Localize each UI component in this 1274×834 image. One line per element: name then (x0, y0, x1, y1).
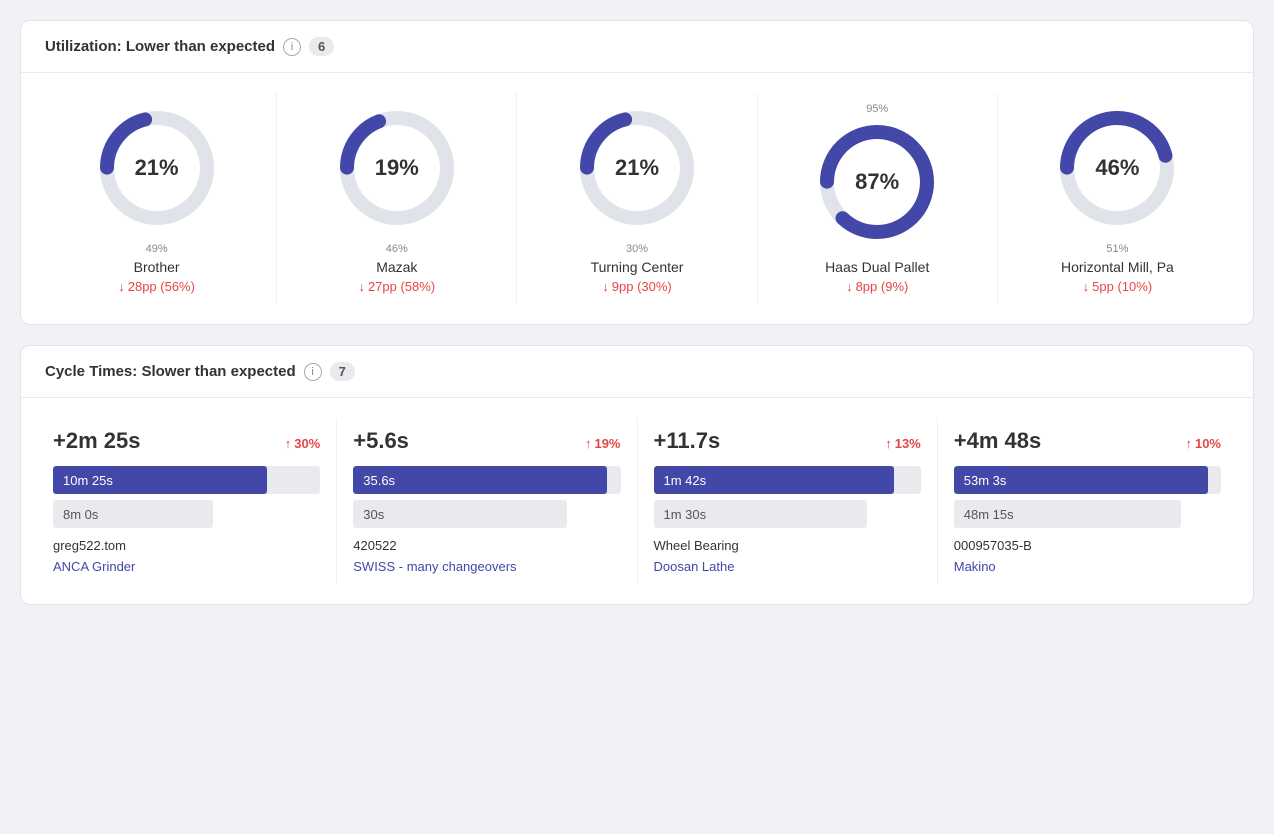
cycle-part: Wheel Bearing (654, 538, 921, 553)
actual-bar-row: 1m 42s (654, 466, 921, 494)
actual-bar: 35.6s (353, 466, 607, 494)
cycle-header: +11.7s ↑13% (654, 428, 921, 454)
machine-delta: ↓28pp (56%) (118, 279, 195, 294)
actual-bar-row: 53m 3s (954, 466, 1221, 494)
donut-pct: 21% (615, 155, 659, 181)
cycle-pct: ↑30% (285, 436, 321, 451)
machine-card[interactable]: 21% 30% Turning Center ↓9pp (30%) (517, 93, 757, 304)
cycle-card[interactable]: +2m 25s ↑30% 10m 25s 8m 0s greg522.tom A… (37, 418, 337, 584)
utilization-content: 21% 49% Brother ↓28pp (56%) 19% 46% Maza… (21, 73, 1253, 324)
cycle-delta: +5.6s (353, 428, 409, 454)
cycle-delta: +2m 25s (53, 428, 140, 454)
donut-pct: 19% (375, 155, 419, 181)
cycle-card[interactable]: +4m 48s ↑10% 53m 3s 48m 15s 000957035-B … (938, 418, 1237, 584)
cycle-machine[interactable]: Doosan Lathe (654, 559, 921, 574)
cycle-header: +4m 48s ↑10% (954, 428, 1221, 454)
actual-bar-track: 10m 25s (53, 466, 320, 494)
machine-name: Brother (134, 259, 180, 275)
cycle-part: greg522.tom (53, 538, 320, 553)
cycle-part: 420522 (353, 538, 620, 553)
actual-bar-row: 35.6s (353, 466, 620, 494)
machine-card[interactable]: 21% 49% Brother ↓28pp (56%) (37, 93, 277, 304)
cycle-times-content: +2m 25s ↑30% 10m 25s 8m 0s greg522.tom A… (21, 398, 1253, 604)
utilization-header: Utilization: Lower than expected i 6 (21, 21, 1253, 73)
machine-delta: ↓8pp (9%) (846, 279, 908, 294)
machine-name: Haas Dual Pallet (825, 259, 929, 275)
expected-bar: 8m 0s (53, 500, 213, 528)
actual-bar: 53m 3s (954, 466, 1208, 494)
actual-bar-row: 10m 25s (53, 466, 320, 494)
cycle-delta: +4m 48s (954, 428, 1041, 454)
cycle-header: +5.6s ↑19% (353, 428, 620, 454)
machine-delta: ↓27pp (58%) (358, 279, 435, 294)
cycle-delta: +11.7s (654, 428, 721, 454)
cycle-pct: ↑19% (585, 436, 621, 451)
actual-bar: 10m 25s (53, 466, 267, 494)
cycle-machine[interactable]: Makino (954, 559, 1221, 574)
donut-pct: 87% (855, 169, 899, 195)
expected-bar: 30s (353, 500, 567, 528)
machine-name: Turning Center (591, 259, 684, 275)
machine-card[interactable]: 95% 87% Haas Dual Pallet ↓8pp (9%) (758, 93, 998, 304)
machine-delta: ↓9pp (30%) (602, 279, 671, 294)
donut-pct: 46% (1095, 155, 1139, 181)
donut-chart: 21% (572, 103, 702, 233)
actual-bar-track: 35.6s (353, 466, 620, 494)
machine-name: Horizontal Mill, Pa (1061, 259, 1174, 275)
cycle-times-info-icon[interactable]: i (304, 363, 322, 381)
utilization-panel: Utilization: Lower than expected i 6 21%… (20, 20, 1254, 325)
cycle-machine[interactable]: ANCA Grinder (53, 559, 320, 574)
actual-bar-track: 53m 3s (954, 466, 1221, 494)
utilization-info-icon[interactable]: i (283, 38, 301, 56)
machine-name: Mazak (376, 259, 417, 275)
cycle-times-count: 7 (330, 362, 355, 381)
cycle-machine[interactable]: SWISS - many changeovers (353, 559, 620, 574)
cycle-header: +2m 25s ↑30% (53, 428, 320, 454)
expected-bar: 1m 30s (654, 500, 868, 528)
cycle-card[interactable]: +11.7s ↑13% 1m 42s 1m 30s Wheel Bearing … (638, 418, 938, 584)
cycle-times-header: Cycle Times: Slower than expected i 7 (21, 346, 1253, 398)
cycle-pct: ↑13% (885, 436, 921, 451)
actual-bar-track: 1m 42s (654, 466, 921, 494)
donut-chart: 46% (1052, 103, 1182, 233)
expected-bar: 48m 15s (954, 500, 1181, 528)
cycle-times-title: Cycle Times: Slower than expected (45, 363, 296, 380)
cycle-part: 000957035-B (954, 538, 1221, 553)
donut-chart: 19% (332, 103, 462, 233)
cycle-times-panel: Cycle Times: Slower than expected i 7 +2… (20, 345, 1254, 605)
machine-card[interactable]: 46% 51% Horizontal Mill, Pa ↓5pp (10%) (998, 93, 1237, 304)
donut-chart: 21% (92, 103, 222, 233)
machine-card[interactable]: 19% 46% Mazak ↓27pp (58%) (277, 93, 517, 304)
utilization-title: Utilization: Lower than expected (45, 38, 275, 55)
cycle-card[interactable]: +5.6s ↑19% 35.6s 30s 420522 SWISS - many… (337, 418, 637, 584)
machine-delta: ↓5pp (10%) (1083, 279, 1152, 294)
actual-bar: 1m 42s (654, 466, 895, 494)
cycle-pct: ↑10% (1185, 436, 1221, 451)
donut-pct: 21% (135, 155, 179, 181)
utilization-count: 6 (309, 37, 334, 56)
donut-chart: 87% (812, 117, 942, 247)
